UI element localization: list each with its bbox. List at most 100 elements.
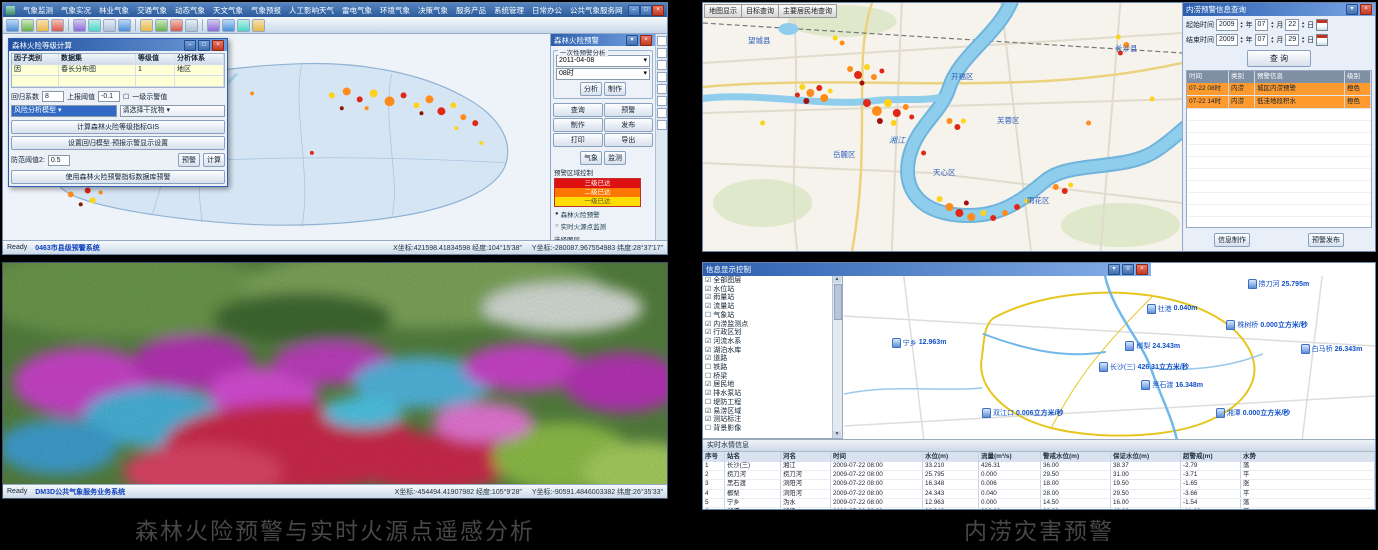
side-tool-button[interactable] [657,72,667,82]
action-button[interactable]: 导出 [604,133,654,147]
met-button[interactable]: 气象 [580,151,602,165]
menu-item[interactable]: 气象监测 [19,5,57,16]
layer-checkbox-item[interactable]: ☐ 背景影像 [705,425,830,434]
table-row[interactable]: 2 捞刀河 捞刀河 2009-07-22 08:00 25.795 0.000 … [703,471,1375,480]
toolbar-button[interactable] [88,19,101,32]
action-button[interactable]: 打印 [553,133,603,147]
action-button[interactable]: 制作 [553,118,603,132]
dialog-titlebar[interactable]: 森林火险等级计算 – □ × [9,39,227,51]
table-row[interactable]: 3 黑石渡 浏阳河 2009-07-22 08:00 16.348 0.006 … [703,480,1375,489]
side-tool-button[interactable] [657,36,667,46]
sidebar-titlebar[interactable]: 内涝预警信息查询 ▾ × [1183,3,1375,16]
warning-hour-combo[interactable]: 08时▾ [556,68,650,80]
calendar-icon[interactable] [1316,19,1328,31]
scroll-up-icon[interactable]: ▲ [833,276,841,283]
table-row[interactable]: 1 长沙(三) 湘江 2009-07-22 08:00 33.210 426.3… [703,462,1375,471]
analysis-button[interactable]: 制作 [604,82,626,96]
layer-checkbox-item[interactable]: ☐ 堤防工程 [705,399,830,408]
toolbar-button[interactable] [118,19,131,32]
spinner[interactable]: ▲▼ [1240,21,1244,29]
station-marker[interactable]: 长沙(三)426.31立方米/秒 [1099,362,1189,372]
end-month-input[interactable]: 07 [1255,34,1269,46]
maximize-button[interactable]: □ [640,5,652,16]
action-button[interactable]: 发布 [604,118,654,132]
calendar-icon[interactable] [1316,34,1328,46]
side-tool-button[interactable] [657,48,667,58]
menu-item[interactable]: 人工影响天气 [285,5,338,16]
satellite-image[interactable] [3,263,667,484]
spinner[interactable]: ▲▼ [1270,36,1274,44]
dialog-close-button[interactable]: × [212,40,224,51]
factor-table-row[interactable]: 因 春长分布图 1 地区 [12,65,224,76]
analysis-button[interactable]: 分析 [580,82,602,96]
level-checkbox[interactable]: ☐ [123,93,129,101]
side-tool-button[interactable] [657,60,667,70]
toolbar-button[interactable] [140,19,153,32]
query-button[interactable]: 查 询 [1247,50,1311,67]
menu-item[interactable]: 日常办公 [528,5,566,16]
panel-collapse-button[interactable]: ▾ [626,35,638,46]
end-day-input[interactable]: 29 [1285,34,1299,46]
toolbar-button[interactable] [222,19,235,32]
menu-item[interactable]: 决策气象 [414,5,452,16]
publish-warning-button[interactable]: 预警发布 [1308,233,1344,247]
toolbar-button[interactable] [237,19,250,32]
layer-radio-hotspot[interactable]: ○ 实时火源点监测 [555,221,651,231]
warning-row[interactable]: 07-22 08时 内涝 城区内涝预警 橙色 [1187,83,1371,96]
side-tool-button[interactable] [657,120,667,130]
menu-item[interactable]: 气象实况 [57,5,95,16]
station-marker[interactable]: 双江口0.006立方米/秒 [982,408,1063,418]
factor-combo[interactable]: 请选择干扰物▾ [120,105,226,117]
layer-checkbox-item[interactable]: ☑ 全部图层 [705,277,830,286]
layer-checkbox-item[interactable]: ☑ 居民地 [705,381,830,390]
sidebar-close-button[interactable]: × [1360,4,1372,15]
panel-collapse-button[interactable]: ▾ [1108,264,1120,275]
layer-checkbox-item[interactable]: ☐ 气象站 [705,312,830,321]
compute-button[interactable]: 计算 [203,153,225,167]
menu-item[interactable]: 林业气象 [95,5,133,16]
start-year-input[interactable]: 2009 [1216,19,1238,31]
menu-item[interactable]: 公共气象服务网 [566,5,627,16]
dialog-minimize-button[interactable]: – [184,40,196,51]
side-tool-button[interactable] [657,84,667,94]
toolbar-button[interactable] [6,19,19,32]
layer-checkbox-item[interactable]: ☐ 铁路 [705,364,830,373]
spinner[interactable]: ▲▼ [1270,21,1274,29]
city-map-canvas[interactable]: 地图显示目标查询主要居民地查询 [703,3,1182,251]
station-marker[interactable]: 捞刀河25.795m [1248,279,1310,289]
fire-map-canvas[interactable]: 长沙市 森林火险等级计算 – □ × 因子类别 数据集 等级值 分析体系 [3,34,550,240]
close-button[interactable]: × [652,5,664,16]
station-marker[interactable]: 社港0.040m [1147,304,1198,314]
layer-list-scrollbar[interactable]: ▲ ▼ [832,276,842,438]
scroll-thumb[interactable] [834,284,842,320]
layer-checkbox-item[interactable]: ☑ 雨量站 [705,294,830,303]
panel-close-button[interactable]: × [640,35,652,46]
toolbar-button[interactable] [185,19,198,32]
toolbar-button[interactable] [252,19,265,32]
warning-row[interactable]: 07-22 14时 内涝 低洼地段积水 橙色 [1187,96,1371,109]
table-row[interactable]: 4 榔梨 浏阳河 2009-07-22 08:00 24.343 0.040 2… [703,490,1375,499]
toolbar-button[interactable] [21,19,34,32]
side-tool-button[interactable] [657,108,667,118]
fire-panel-titlebar[interactable]: 森林火险预警 ▾ × [551,34,655,46]
spinner[interactable]: ▲▼ [1240,36,1244,44]
use-database-button[interactable]: 使用森林火险预警指标数据库预警 [11,170,225,184]
toolbar-button[interactable] [103,19,116,32]
station-marker[interactable]: 白马桥26.343m [1301,344,1363,354]
dialog-maximize-button[interactable]: □ [198,40,210,51]
layer-checkbox-item[interactable]: ☑ 河流水系 [705,338,830,347]
layer-checkbox-item[interactable]: ☑ 内涝监测点 [705,321,830,330]
toolbar-button[interactable] [207,19,220,32]
layer-control-titlebar[interactable]: 信息显示控制 ▾ ≡ × [703,263,1151,276]
set-model-button[interactable]: 设置回归模型·预报示警显示设置 [11,136,225,150]
table-row[interactable]: 5 宁乡 沩水 2009-07-22 08:00 12.963 0.000 14… [703,499,1375,508]
map-tab[interactable]: 主要居民地查询 [778,4,837,18]
panel-menu-button[interactable]: ≡ [1122,264,1134,275]
toolbar-button[interactable] [155,19,168,32]
sidebar-collapse-button[interactable]: ▾ [1346,4,1358,15]
warn-button[interactable]: 预警 [178,153,200,167]
layer-checkbox-item[interactable]: ☑ 道路 [705,355,830,364]
map-tab[interactable]: 目标查询 [741,4,779,18]
model-combo[interactable]: 风险分析模型▾ [11,105,117,117]
menu-item[interactable]: 服务产品 [452,5,490,16]
